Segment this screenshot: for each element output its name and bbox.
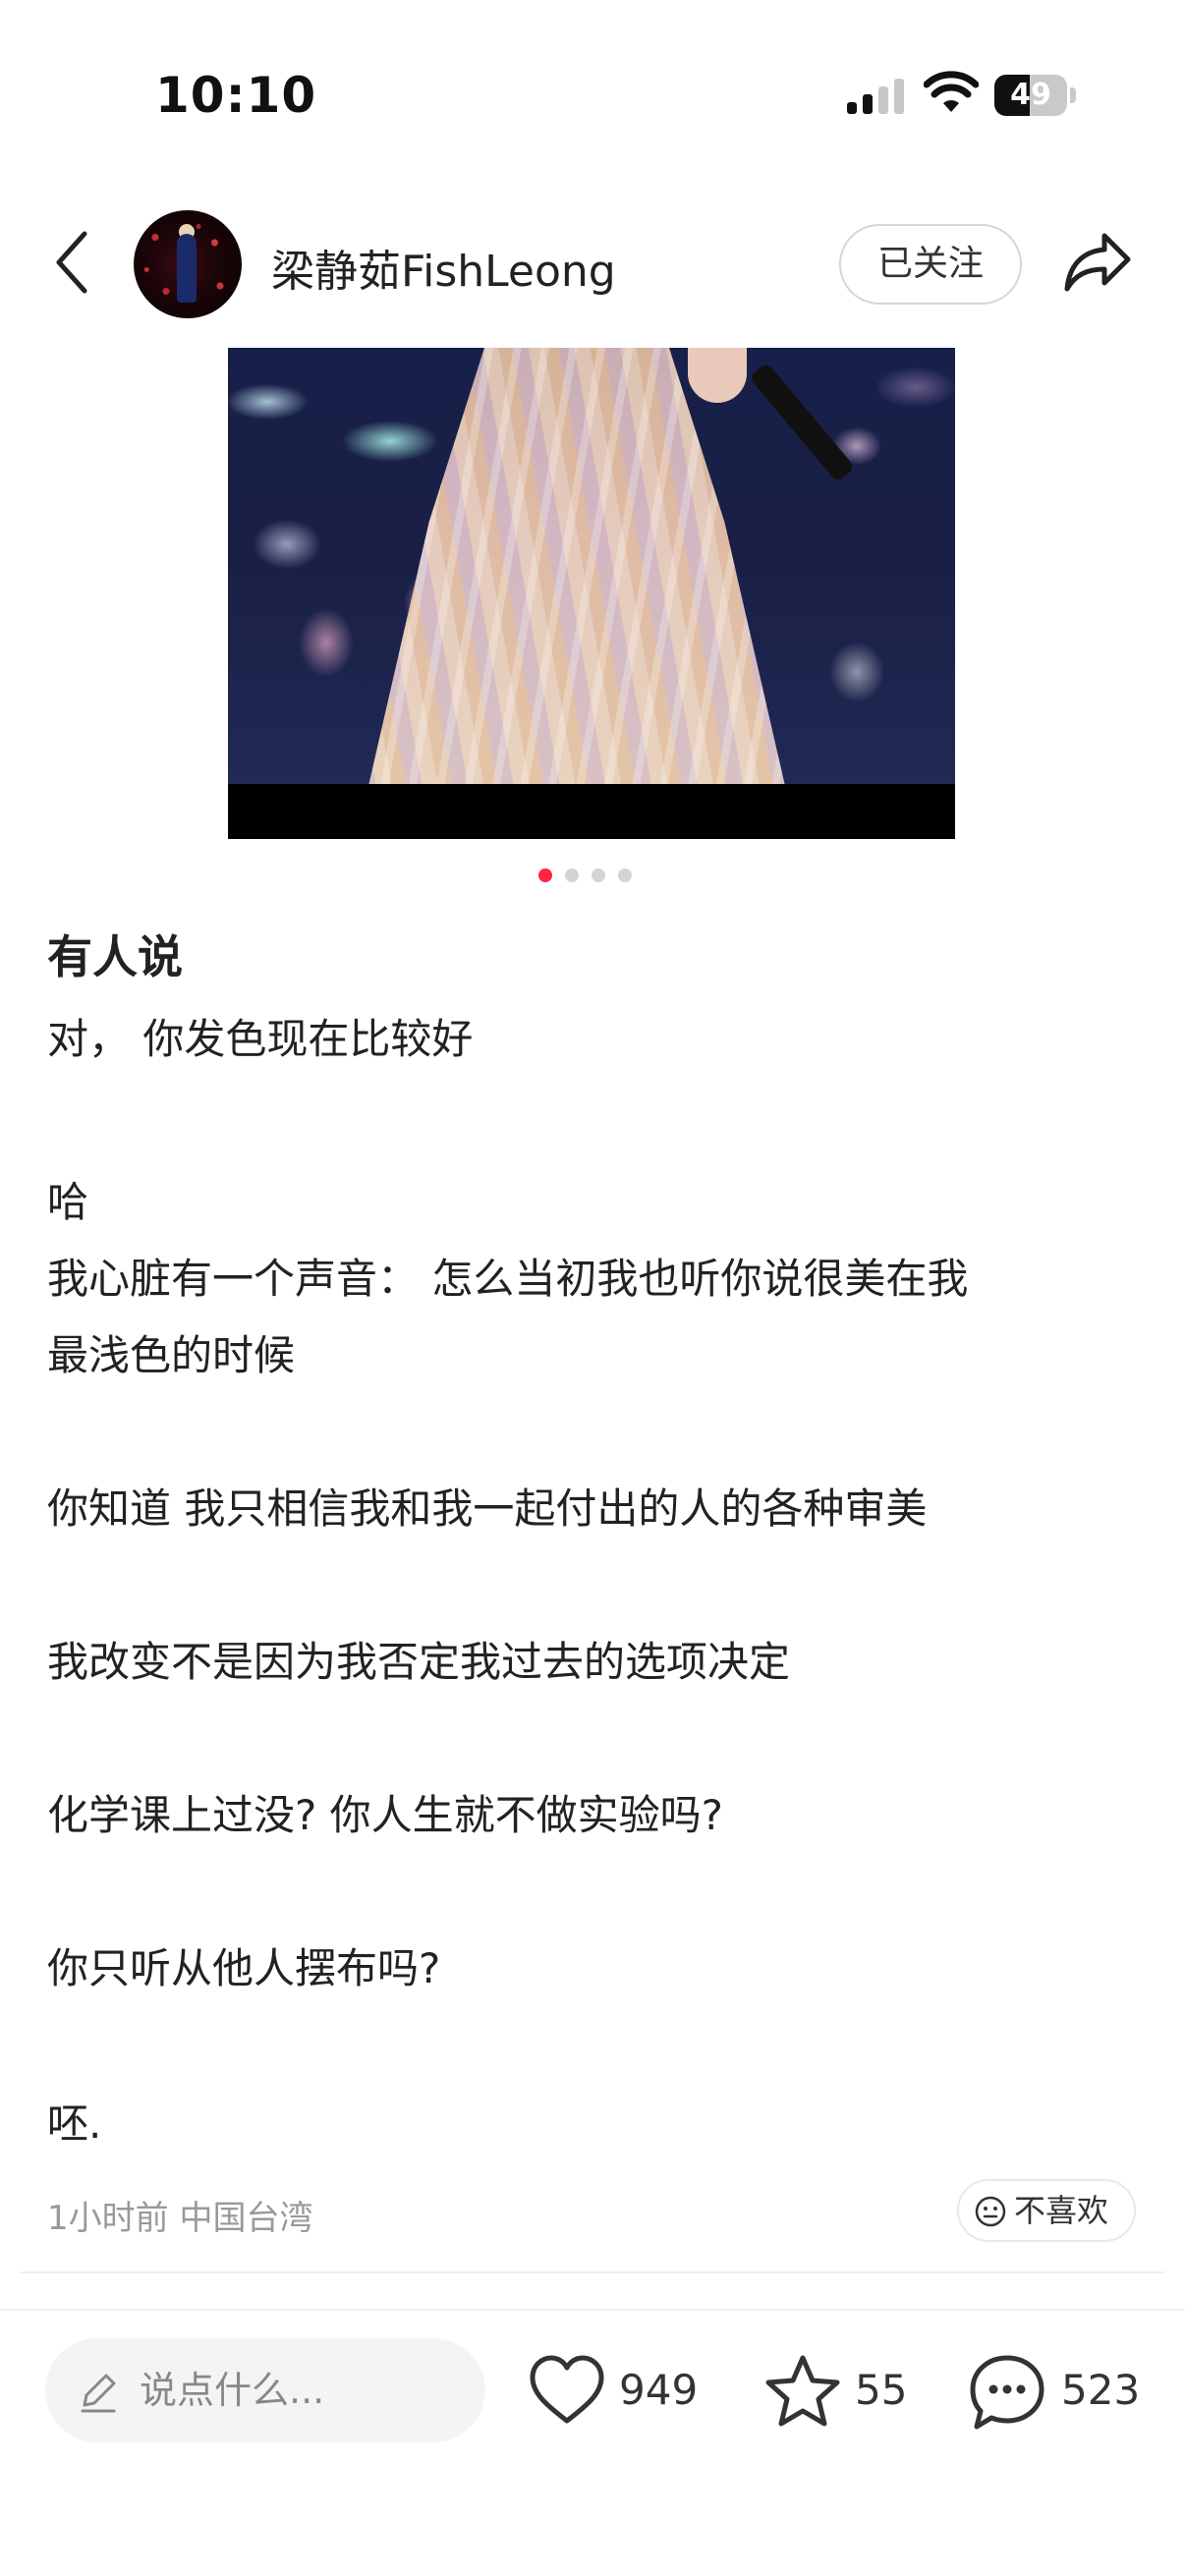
carousel-dot bbox=[592, 868, 605, 882]
carousel-indicator bbox=[538, 868, 645, 882]
dislike-label: 不喜欢 bbox=[1014, 2192, 1109, 2229]
heart-icon bbox=[530, 2355, 604, 2424]
bottom-bar-divider bbox=[0, 2309, 1185, 2311]
comment-button[interactable]: 523 bbox=[969, 2346, 1142, 2435]
author-name[interactable]: 梁静茹FishLeong bbox=[271, 236, 616, 299]
divider bbox=[20, 2271, 1165, 2273]
dislike-button[interactable]: 不喜欢 bbox=[957, 2179, 1136, 2242]
wifi-icon bbox=[924, 71, 979, 112]
carousel-dot bbox=[618, 868, 632, 882]
post-line: 我改变不是因为我否定我过去的选项决定 bbox=[47, 1638, 791, 1686]
like-button[interactable]: 949 bbox=[529, 2346, 702, 2435]
neutral-face-icon bbox=[975, 2196, 1006, 2227]
post-line: 你知道 我只相信我和我一起付出的人的各种审美 bbox=[47, 1484, 928, 1533]
star-icon bbox=[765, 2355, 840, 2427]
favorite-button[interactable]: 55 bbox=[764, 2346, 912, 2435]
post-line: 化学课上过没? 你人生就不做实验吗? bbox=[47, 1791, 723, 1839]
post-line: 呸. bbox=[47, 2100, 102, 2148]
pencil-icon bbox=[81, 2374, 116, 2413]
back-arrow-icon[interactable] bbox=[49, 228, 94, 297]
cellular-signal-icon bbox=[847, 79, 904, 114]
carousel-dot bbox=[538, 868, 552, 882]
battery-level: 49 bbox=[1010, 78, 1051, 112]
share-icon[interactable] bbox=[1061, 228, 1134, 295]
comment-bubble-icon bbox=[970, 2355, 1044, 2430]
carousel-dot bbox=[565, 868, 579, 882]
post-line: 哈 bbox=[47, 1178, 89, 1226]
post-title: 有人说 bbox=[47, 930, 183, 983]
avatar[interactable] bbox=[134, 210, 242, 318]
post-meta: 1小时前 中国台湾 bbox=[47, 2199, 313, 2238]
post-image[interactable] bbox=[228, 348, 955, 839]
post-line: 你只听从他人摆布吗? bbox=[47, 1944, 441, 1992]
post-line: 最浅色的时候 bbox=[47, 1331, 296, 1379]
post-line: 我心脏有一个声音： 怎么当初我也听你说很美在我 bbox=[47, 1255, 969, 1303]
comment-count: 523 bbox=[1061, 2366, 1141, 2414]
comment-input[interactable]: 说点什么... bbox=[45, 2338, 485, 2442]
comment-placeholder: 说点什么... bbox=[140, 2369, 325, 2412]
favorite-count: 55 bbox=[855, 2366, 908, 2414]
like-count: 949 bbox=[619, 2366, 699, 2414]
follow-button[interactable]: 已关注 bbox=[839, 224, 1022, 305]
status-time: 10:10 bbox=[155, 67, 317, 124]
battery-icon: 49 bbox=[994, 75, 1077, 116]
post-line: 对， 你发色现在比较好 bbox=[47, 1015, 474, 1063]
